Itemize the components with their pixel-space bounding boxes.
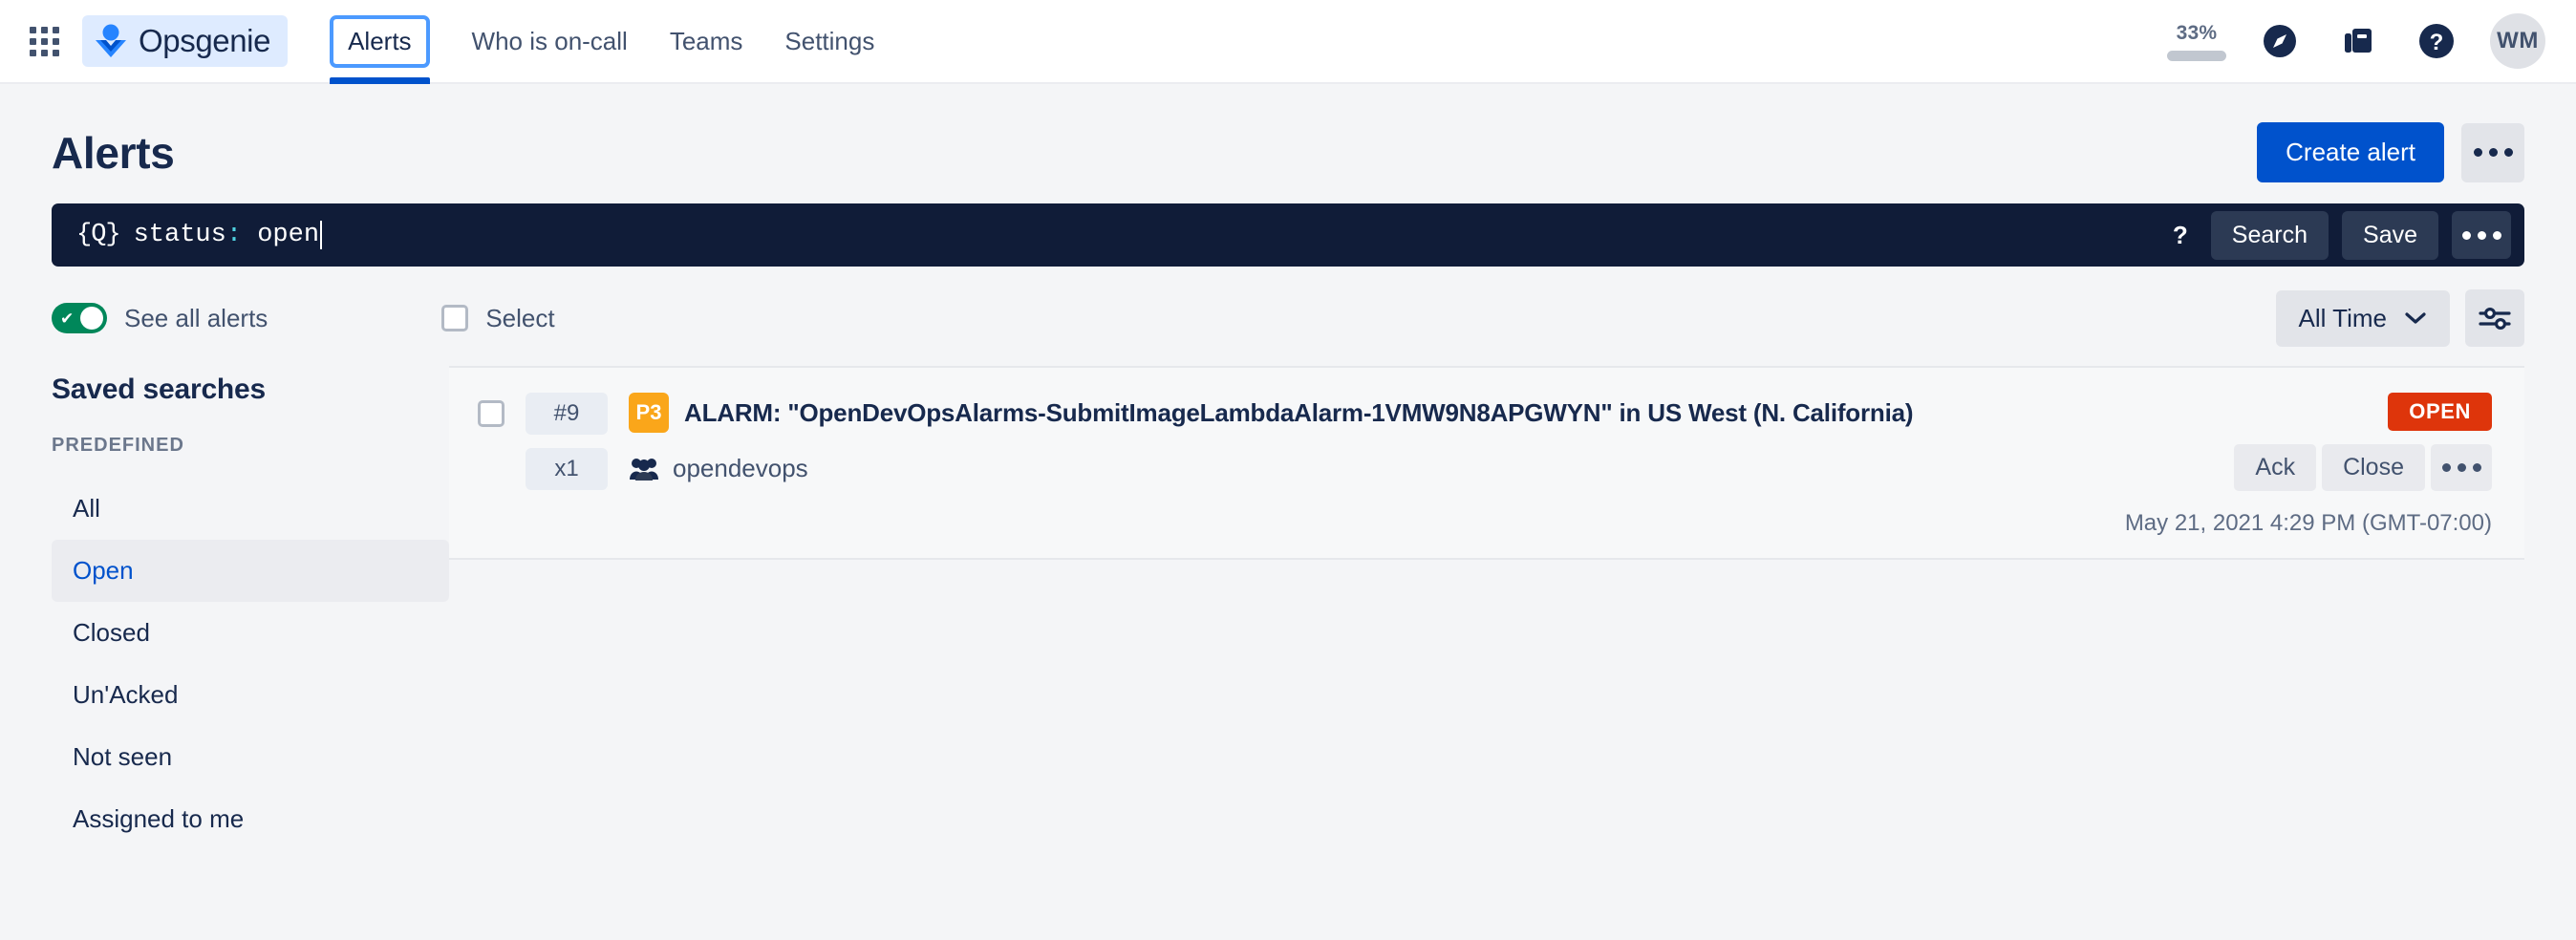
alert-meta-row: opendevops	[629, 454, 2096, 483]
page-title: Alerts	[52, 127, 175, 178]
query-brace-icon: {Q}	[76, 221, 121, 249]
sidebar-title: Saved searches	[52, 374, 267, 405]
nav-tab-teams[interactable]: Teams	[653, 0, 761, 82]
save-search-button[interactable]: Save	[2342, 210, 2438, 260]
alert-timestamp: May 21, 2021 4:29 PM (GMT-07:00)	[2124, 510, 2492, 536]
primary-nav-tabs: Alerts Who is on-call Teams Settings	[312, 0, 891, 84]
ack-button[interactable]: Ack	[2234, 444, 2317, 491]
search-help-icon[interactable]: ?	[2163, 221, 2198, 250]
progress-bar-track	[2167, 50, 2226, 61]
query-key: status	[133, 221, 226, 249]
alert-status-badge: OPEN	[2388, 393, 2492, 431]
saved-searches-sidebar: Saved searches PREDEFINED All Open Close…	[0, 366, 449, 850]
discover-button[interactable]	[2255, 16, 2305, 66]
select-all-checkbox[interactable]	[441, 305, 469, 331]
text-cursor	[320, 221, 323, 249]
alert-chips: #9 x1	[526, 393, 608, 537]
progress-percent-label: 33%	[2176, 21, 2218, 44]
onboarding-progress[interactable]: 33%	[2167, 22, 2226, 61]
opsgenie-home-link[interactable]: Opsgenie	[82, 15, 289, 67]
avatar-initials: WM	[2497, 28, 2539, 53]
sidebar-item-not-seen[interactable]: Not seen	[52, 726, 449, 788]
time-filter-dropdown[interactable]: All Time	[2275, 289, 2450, 347]
nav-right-group: 33% ? WM	[2167, 13, 2551, 69]
nav-tab-alerts-label: Alerts	[330, 14, 430, 68]
user-avatar[interactable]: WM	[2490, 13, 2545, 69]
nav-tab-settings[interactable]: Settings	[767, 0, 891, 82]
alerts-toolbar: ✔ See all alerts Select All Time	[0, 267, 2576, 366]
alert-priority-badge: P3	[629, 393, 669, 433]
chevron-down-icon	[2405, 312, 2426, 324]
app-switcher-button[interactable]	[17, 14, 71, 68]
alert-title[interactable]: ALARM: "OpenDevOpsAlarms-SubmitImageLamb…	[684, 398, 1914, 428]
alert-owner-label[interactable]: opendevops	[673, 454, 808, 483]
alert-row-body: P3 ALARM: "OpenDevOpsAlarms-SubmitImageL…	[629, 393, 2096, 537]
compass-icon	[2264, 25, 2296, 57]
alert-row-left: #9 x1	[478, 393, 608, 537]
toggle-knob	[80, 307, 103, 330]
team-icon	[630, 458, 658, 481]
select-all-control[interactable]: Select	[441, 303, 555, 333]
brand-name: Opsgenie	[139, 23, 271, 58]
alerts-list: #9 x1 P3 ALARM: "OpenDevOpsAlarms-Submit…	[449, 366, 2576, 850]
alert-more-options-button[interactable]	[2431, 444, 2492, 491]
alerts-page: Alerts Create alert {Q} status: open ? S…	[0, 84, 2576, 940]
search-button[interactable]: Search	[2210, 210, 2329, 260]
toggle-switch[interactable]: ✔	[52, 303, 107, 333]
nav-tab-alerts[interactable]: Alerts	[312, 0, 446, 84]
search-more-options-button[interactable]	[2452, 211, 2511, 259]
alert-count-chip: x1	[526, 448, 608, 490]
filter-settings-button[interactable]	[2465, 289, 2524, 347]
select-label: Select	[485, 303, 555, 332]
sidebar-item-all[interactable]: All	[52, 478, 449, 540]
search-input[interactable]: status: open	[133, 221, 323, 249]
search-bar-actions: ? Search Save	[2163, 210, 2511, 260]
query-search-bar[interactable]: {Q} status: open ? Search Save	[52, 203, 2524, 267]
more-horizontal-icon	[2473, 148, 2513, 157]
search-bar-container: {Q} status: open ? Search Save	[0, 203, 2576, 267]
sidebar-item-assigned-to-me[interactable]: Assigned to me	[52, 788, 449, 850]
sidebar-section-label: PREDEFINED	[52, 435, 184, 456]
opsgenie-logo-icon	[96, 24, 126, 57]
svg-text:?: ?	[2430, 30, 2444, 55]
nav-tab-teams-label: Teams	[669, 26, 743, 55]
more-horizontal-icon	[2441, 463, 2481, 472]
alerts-content: Saved searches PREDEFINED All Open Close…	[0, 366, 2576, 850]
sidebar-item-unacked[interactable]: Un'Acked	[52, 664, 449, 726]
close-alert-button[interactable]: Close	[2322, 444, 2425, 491]
alert-id-chip: #9	[526, 393, 608, 435]
query-separator: :	[225, 221, 243, 249]
sidebar-item-closed[interactable]: Closed	[52, 602, 449, 664]
notes-button[interactable]	[2333, 16, 2383, 66]
nav-left-group: Opsgenie Alerts Who is on-call Teams Set…	[17, 0, 891, 84]
page-more-options-button[interactable]	[2461, 122, 2524, 182]
sliders-icon	[2479, 307, 2511, 331]
query-value: open	[242, 221, 320, 249]
see-all-alerts-label: See all alerts	[124, 303, 268, 332]
help-button[interactable]: ?	[2412, 16, 2461, 66]
see-all-alerts-toggle[interactable]: ✔ See all alerts	[52, 303, 268, 333]
book-icon	[2345, 29, 2372, 53]
nav-tab-settings-label: Settings	[784, 26, 875, 55]
nav-tab-who-is-on-call-label: Who is on-call	[471, 26, 628, 55]
alert-row-right: OPEN Ack Close May 21, 2021 4:29 PM (GMT…	[2096, 393, 2492, 537]
more-horizontal-icon	[2461, 230, 2501, 240]
alert-select-checkbox[interactable]	[478, 400, 504, 427]
top-navigation-bar: Opsgenie Alerts Who is on-call Teams Set…	[0, 0, 2576, 84]
alert-row[interactable]: #9 x1 P3 ALARM: "OpenDevOpsAlarms-Submit…	[449, 366, 2524, 560]
create-alert-button[interactable]: Create alert	[2257, 122, 2444, 182]
question-circle-icon: ?	[2419, 24, 2454, 58]
sidebar-item-open[interactable]: Open	[52, 540, 449, 602]
page-header-actions: Create alert	[2257, 122, 2524, 182]
check-icon: ✔	[60, 309, 75, 328]
alert-title-row: P3 ALARM: "OpenDevOpsAlarms-SubmitImageL…	[629, 393, 2096, 433]
grid-icon	[29, 26, 59, 56]
toolbar-right-group: All Time	[2275, 289, 2524, 347]
page-header: Alerts Create alert	[0, 84, 2576, 203]
time-filter-label: All Time	[2298, 303, 2387, 332]
alert-actions: Ack Close	[2234, 444, 2492, 491]
nav-tab-who-is-on-call[interactable]: Who is on-call	[455, 0, 645, 82]
